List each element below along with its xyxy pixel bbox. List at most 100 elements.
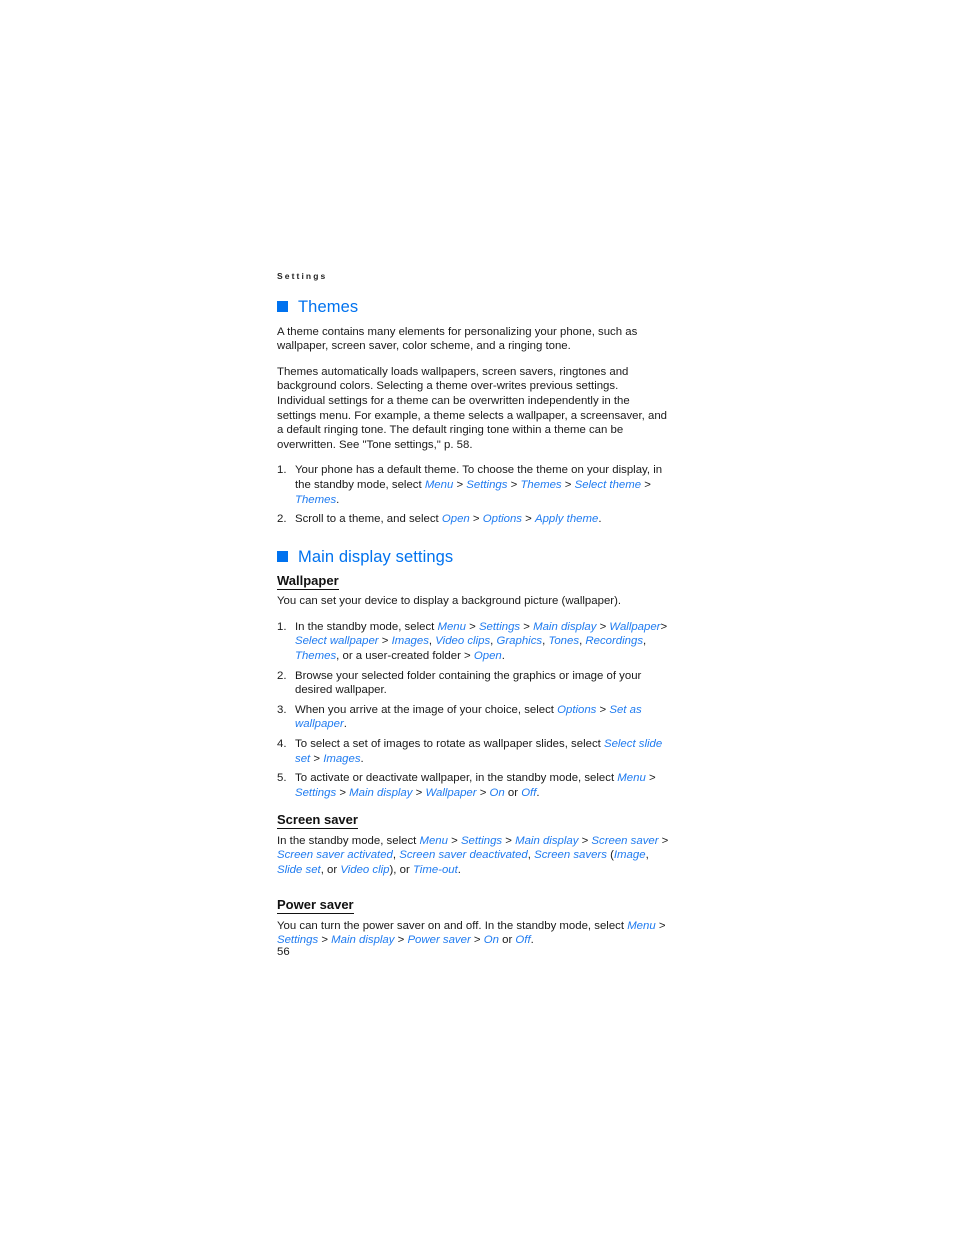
- paragraph-lead: In the standby mode, select: [277, 834, 420, 847]
- paragraph-tail: .: [530, 934, 534, 947]
- paren-or: , or: [320, 863, 341, 876]
- menu-item: Time-out: [412, 863, 458, 876]
- step-text: Browse your selected folder containing t…: [295, 669, 642, 697]
- menu-item: Menu: [617, 772, 646, 785]
- section-heading-themes: Themes: [277, 298, 669, 316]
- step-number: 4.: [277, 737, 287, 750]
- document-page: Settings Themes A theme contains many el…: [277, 272, 669, 948]
- menu-item: On: [489, 786, 505, 799]
- menu-item: Themes: [520, 478, 562, 491]
- menu-item: Screen savers: [534, 849, 607, 862]
- menu-item: Settings: [478, 620, 521, 633]
- menu-item: Main display: [533, 620, 597, 633]
- menu-item: Main display: [331, 934, 395, 947]
- menu-item: Options: [482, 513, 523, 526]
- menu-item: On: [483, 934, 499, 947]
- menu-item: Image: [613, 849, 646, 862]
- menu-item: Wallpaper: [609, 620, 661, 633]
- step-number: 1.: [277, 620, 287, 633]
- menu-item: Select theme: [574, 478, 642, 491]
- menu-item: Graphics: [496, 635, 543, 648]
- menu-item: Main display: [515, 834, 579, 847]
- themes-paragraph-1: A theme contains many elements for perso…: [277, 325, 638, 353]
- wallpaper-intro: You can set your device to display a bac…: [277, 595, 622, 608]
- subsection-heading-power-saver: Power saver: [277, 897, 669, 915]
- subsection-heading-label: Power saver: [277, 897, 354, 915]
- menu-item: Tones: [548, 635, 580, 648]
- step-text-after-list: , or a user-created folder >: [336, 649, 474, 662]
- menu-item: Open: [473, 649, 502, 662]
- or-label: or: [504, 786, 522, 799]
- paren-open: (: [606, 849, 614, 862]
- menu-item: Settings: [460, 834, 503, 847]
- step-number: 1.: [277, 464, 287, 477]
- step-tail: .: [360, 752, 364, 765]
- step-tail: .: [336, 493, 340, 506]
- list-item: 4. To select a set of images to rotate as…: [277, 737, 663, 765]
- list-item: 1. In the standby mode, select Menu > Set…: [277, 620, 668, 662]
- step-text: Scroll to a theme, and select: [295, 513, 442, 526]
- step-text: To activate or deactivate wallpaper, in …: [295, 772, 618, 785]
- menu-item: Slide set: [277, 863, 321, 876]
- menu-item: Menu: [419, 834, 448, 847]
- paren-close: ), or: [389, 863, 413, 876]
- square-bullet-icon: [277, 551, 288, 563]
- menu-item: Video clip: [340, 863, 390, 876]
- list-item: 3. When you arrive at the image of your c…: [277, 703, 642, 731]
- menu-item: Settings: [277, 934, 319, 947]
- list-item: 5. To activate or deactivate wallpaper, i…: [277, 772, 656, 799]
- themes-steps: 1. Your phone has a default theme. To cho…: [277, 463, 669, 526]
- section-heading-main-display-settings: Main display settings: [277, 548, 669, 566]
- subsection-heading-wallpaper: Wallpaper: [277, 572, 669, 590]
- step-text: To select a set of images to rotate as w…: [295, 737, 604, 750]
- wallpaper-steps: 1. In the standby mode, select Menu > Set…: [277, 620, 669, 801]
- step-tail: .: [343, 718, 347, 731]
- menu-item: Wallpaper: [425, 786, 477, 799]
- list-item: 2. Browse your selected folder containing…: [277, 669, 669, 698]
- menu-item: Screen saver activated: [277, 849, 393, 862]
- menu-item: Screen saver: [591, 834, 659, 847]
- subsection-heading-label: Screen saver: [277, 812, 358, 830]
- menu-item: Menu: [627, 919, 656, 932]
- themes-paragraph-2: Themes automatically loads wallpapers, s…: [277, 365, 668, 451]
- menu-item: Select wallpaper: [295, 635, 379, 648]
- list-item: 2. Scroll to a theme, and select Open > O…: [277, 513, 602, 526]
- menu-item: Recordings: [585, 635, 644, 648]
- menu-item: Settings: [295, 786, 337, 799]
- or-label: or: [498, 934, 516, 947]
- paragraph-lead: You can turn the power saver on and off.…: [277, 919, 628, 932]
- section-heading-label: Main display settings: [298, 547, 454, 566]
- menu-item: Menu: [424, 478, 454, 491]
- square-bullet-icon: [277, 301, 288, 313]
- menu-item: Themes: [295, 649, 337, 662]
- power-saver-paragraph: You can turn the power saver on and off.…: [277, 919, 666, 947]
- subsection-heading-label: Wallpaper: [277, 572, 339, 590]
- menu-item: Off: [521, 786, 537, 799]
- menu-item: Images: [323, 752, 361, 765]
- menu-item: Power saver: [407, 934, 471, 947]
- step-number: 3.: [277, 703, 287, 716]
- step-number: 5.: [277, 772, 287, 785]
- step-tail: .: [536, 786, 540, 799]
- list-item: 1. Your phone has a default theme. To cho…: [277, 464, 663, 506]
- step-tail: .: [598, 513, 602, 526]
- section-heading-label: Themes: [298, 297, 359, 316]
- menu-item: Options: [557, 703, 597, 716]
- menu-item: Off: [515, 934, 531, 947]
- page-number: 56: [277, 946, 290, 958]
- step-number: 2.: [277, 513, 287, 526]
- step-number: 2.: [277, 669, 287, 682]
- step-text: In the standby mode, select: [295, 620, 438, 633]
- menu-item: Images: [391, 635, 429, 648]
- menu-item: Open: [441, 513, 470, 526]
- menu-item: Themes: [295, 493, 337, 506]
- step-tail: .: [501, 649, 505, 662]
- subsection-heading-screen-saver: Screen saver: [277, 812, 669, 830]
- menu-item: Video clips: [435, 635, 491, 648]
- menu-item: Main display: [349, 786, 413, 799]
- menu-item: Settings: [466, 478, 508, 491]
- paragraph-tail: .: [457, 863, 461, 876]
- running-header: Settings: [277, 271, 328, 281]
- menu-item: Screen saver deactivated: [399, 849, 528, 862]
- menu-item: Menu: [437, 620, 466, 633]
